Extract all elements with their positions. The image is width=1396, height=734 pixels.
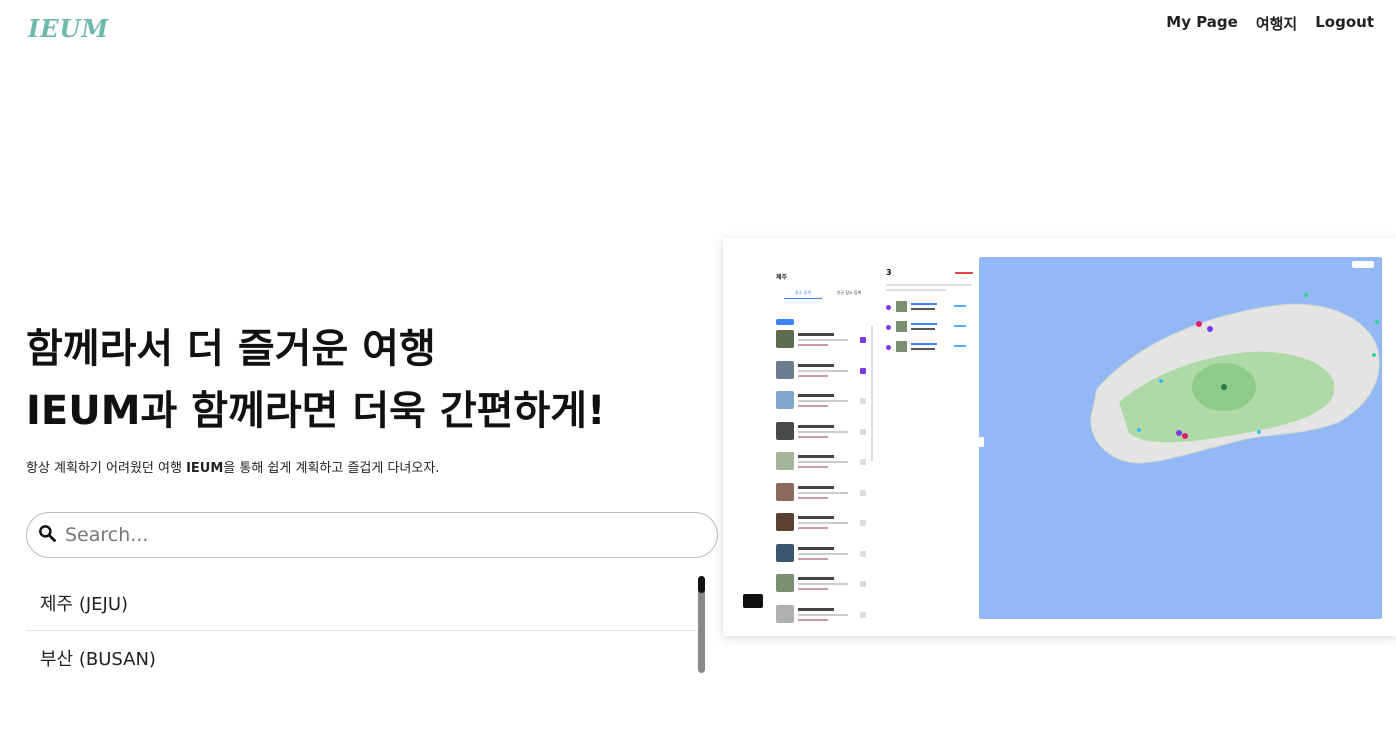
preview-list-item (776, 391, 868, 413)
preview-plan-count: 3 (886, 268, 892, 277)
nav-destinations[interactable]: 여행지 (1256, 13, 1297, 34)
destination-list: 제주 (JEJU) 부산 (BUSAN) (26, 576, 706, 674)
destination-list-scrollbar[interactable] (698, 576, 705, 673)
preview-scrollbar (871, 326, 873, 461)
preview-list-item (776, 360, 868, 383)
preview-plan-item (886, 320, 972, 336)
preview-plan-item (886, 340, 972, 356)
search-icon (37, 523, 57, 547)
hero-subtitle-brand: IEUM (186, 461, 224, 476)
preview-list-item (776, 482, 868, 505)
jeju-island-map (1090, 293, 1380, 464)
search-input[interactable] (65, 524, 665, 546)
preview-tab-search: 장소 검색 (784, 290, 822, 299)
preview-tabs: 장소 검색 신규 장소 등록 (776, 290, 872, 300)
preview-chip (776, 319, 794, 325)
hero-title-line-1: 함께라서 더 즐거운 여행 (26, 326, 436, 372)
preview-list-item (776, 574, 868, 596)
search-bar[interactable] (26, 512, 718, 558)
preview-list-item (776, 330, 868, 352)
nav-logout[interactable]: Logout (1315, 13, 1374, 34)
logo[interactable]: IEUM (28, 14, 109, 43)
preview-plan-item (886, 300, 972, 316)
preview-map (979, 257, 1382, 619)
preview-save-button (743, 594, 763, 608)
preview-region-title: 제주 (776, 274, 788, 281)
hero-subtitle-post: 을 통해 쉽게 계획하고 즐겁게 다녀오자. (223, 461, 440, 476)
preview-place-list: 제주 장소 검색 신규 장소 등록 (771, 264, 873, 634)
nav-my-page[interactable]: My Page (1166, 13, 1238, 34)
preview-list-item (776, 421, 868, 444)
preview-plan-panel: 3 (881, 264, 977, 604)
hero-subtitle: 항상 계획하기 어려웠던 여행 IEUM을 통해 쉽게 계획하고 즐겁게 다녀오… (26, 457, 439, 476)
app-preview-image: 제주 장소 검색 신규 장소 등록 3 (723, 238, 1396, 636)
hero-title: 함께라서 더 즐거운 여행 IEUM과 함께라면 더욱 간편하게! (26, 318, 605, 442)
preview-tab-new: 신규 장소 등록 (836, 290, 862, 295)
preview-list-item (776, 543, 868, 566)
hero-subtitle-pre: 항상 계획하기 어려웠던 여행 (26, 461, 187, 476)
preview-sidebar (723, 238, 768, 636)
destination-item-jeju[interactable]: 제주 (JEJU) (26, 576, 706, 631)
top-nav: My Page 여행지 Logout (1166, 13, 1374, 34)
destination-item-busan[interactable]: 부산 (BUSAN) (26, 631, 706, 674)
preview-plan-note (886, 289, 946, 291)
scrollbar-thumb[interactable] (698, 576, 705, 593)
preview-list-item (776, 452, 868, 474)
preview-list-item (776, 513, 868, 535)
hero-title-line-2: IEUM과 함께라면 더욱 간편하게! (26, 388, 606, 434)
preview-list-item (776, 604, 868, 627)
preview-plan-note (886, 284, 972, 286)
preview-plan-action (955, 272, 973, 274)
